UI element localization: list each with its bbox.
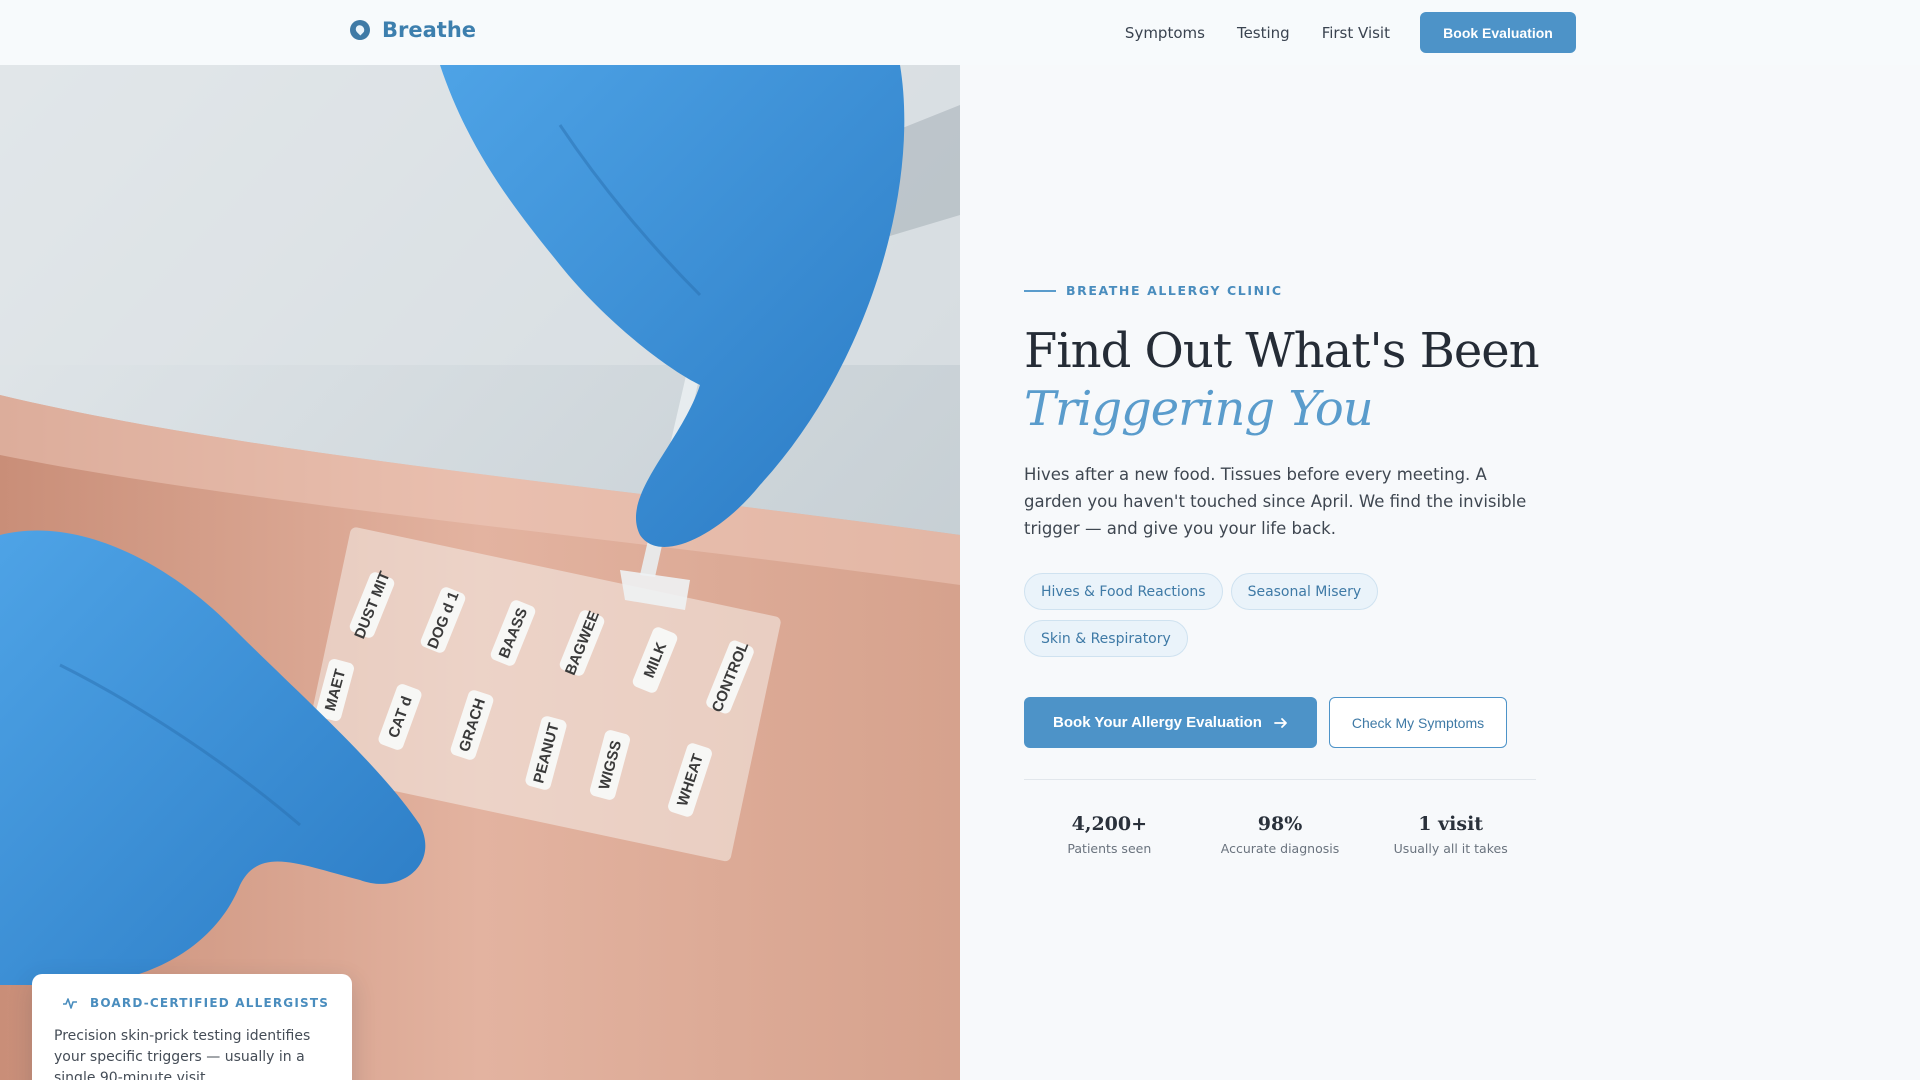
droplet-logo-icon (350, 20, 370, 40)
board-certified-card: BOARD-CERTIFIED ALLERGISTS Precision ski… (32, 974, 352, 1080)
stat-label: Patients seen (1067, 841, 1152, 856)
eyebrow-text: BREATHE ALLERGY CLINIC (1066, 283, 1283, 298)
nav-link-first-visit[interactable]: First Visit (1322, 24, 1390, 42)
hero-actions: Book Your Allergy Evaluation Check My Sy… (1024, 697, 1507, 748)
tag-skin-respiratory[interactable]: Skin & Respiratory (1024, 620, 1188, 657)
skin-prick-test-illustration: DUST MIT DOG d 1 BAASS BAGWEE MILK CONTR… (0, 65, 960, 1080)
headline-line-2: Triggering You (1024, 381, 1374, 437)
book-evaluation-button[interactable]: Book Evaluation (1420, 12, 1576, 53)
info-card-header: BOARD-CERTIFIED ALLERGISTS (62, 996, 330, 1010)
stat-value: 1 visit (1418, 813, 1484, 835)
book-allergy-evaluation-label: Book Your Allergy Evaluation (1053, 714, 1262, 731)
stat-label: Accurate diagnosis (1220, 841, 1340, 856)
info-card-text: Precision skin-prick testing identifies … (54, 1028, 311, 1080)
symptom-tags: Hives & Food Reactions Seasonal Misery S… (1024, 573, 1544, 657)
nav-link-symptoms[interactable]: Symptoms (1125, 24, 1205, 42)
headline-line-1: Find Out What's Been (1024, 323, 1540, 379)
book-allergy-evaluation-button[interactable]: Book Your Allergy Evaluation (1024, 697, 1317, 748)
stat-label: Usually all it takes (1393, 841, 1508, 856)
page-title: Find Out What's Been Triggering You (1024, 322, 1540, 438)
nav-link-testing[interactable]: Testing (1237, 24, 1290, 42)
stat-visits: 1 visit Usually all it takes (1365, 813, 1536, 856)
brand-name: Breathe (382, 18, 477, 42)
hero-lead: Hives after a new food. Tissues before e… (1024, 465, 1527, 538)
stat-value: 4,200+ (1071, 813, 1148, 835)
eyebrow-line (1024, 289, 1056, 292)
tag-seasonal[interactable]: Seasonal Misery (1230, 573, 1379, 610)
tag-hives-food[interactable]: Hives & Food Reactions (1024, 573, 1223, 610)
divider (1024, 779, 1536, 780)
stats-row: 4,200+ Patients seen 98% Accurate diagno… (1024, 813, 1536, 856)
hero-photo: DUST MIT DOG d 1 BAASS BAGWEE MILK CONTR… (0, 65, 960, 1080)
info-card-title: BOARD-CERTIFIED ALLERGISTS (90, 996, 330, 1010)
check-symptoms-button[interactable]: Check My Symptoms (1329, 697, 1507, 748)
nav-links: Symptoms Testing First Visit (1125, 0, 1390, 65)
arrow-right-icon (1274, 717, 1287, 728)
stat-accuracy: 98% Accurate diagnosis (1195, 813, 1366, 856)
stat-value: 98% (1257, 813, 1303, 835)
top-nav: Breathe Symptoms Testing First Visit Boo… (0, 0, 1920, 65)
brand-logo[interactable]: Breathe (350, 18, 476, 42)
eyebrow: BREATHE ALLERGY CLINIC (1024, 283, 1283, 298)
pulse-icon (63, 998, 77, 1009)
stat-patients: 4,200+ Patients seen (1024, 813, 1195, 856)
